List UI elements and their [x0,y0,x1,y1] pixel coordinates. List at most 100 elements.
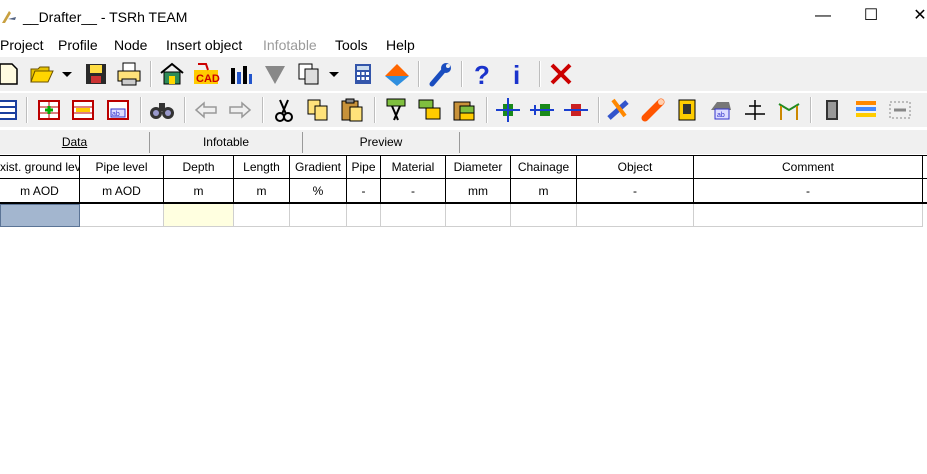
column-header-length[interactable]: Length [234,156,290,179]
dropdown-arrow-icon[interactable] [58,60,76,88]
minimize-button[interactable]: — [813,6,833,26]
calculator-icon[interactable] [349,60,377,88]
filter-icon[interactable] [261,60,289,88]
cell-pipe[interactable] [347,204,381,227]
cell-ground-level[interactable] [0,204,80,227]
menu-node[interactable]: Node [114,37,147,53]
table-ab-icon[interactable]: ab [104,96,132,124]
unit-filler [923,179,927,204]
help-question-icon[interactable]: ? [468,60,496,88]
cad-icon[interactable]: CAD [192,60,220,88]
cell-object[interactable] [577,204,694,227]
column-header-pipe[interactable]: Pipe [347,156,381,179]
edit-toolbar: ab ab [0,93,927,127]
menu-infotable: Infotable [263,37,317,53]
unit-gradient: % [290,179,347,204]
pipe-icon[interactable] [639,96,667,124]
tab-preview[interactable]: Preview [303,132,460,153]
pipe-select-icon[interactable] [886,96,914,124]
tab-infotable[interactable]: Infotable [150,132,303,153]
column-header-filler [923,156,927,179]
column-header-comment[interactable]: Comment [694,156,923,179]
svg-text:ab: ab [112,111,120,118]
door-icon[interactable] [818,96,846,124]
arrow-right-icon[interactable] [226,96,254,124]
unit-chainage: m [511,179,577,204]
cell-pipe-level[interactable] [80,204,164,227]
tab-data[interactable]: Data [0,132,150,153]
unit-object: - [577,179,694,204]
svg-text:?: ? [474,60,490,88]
cell-length[interactable] [234,204,290,227]
level-icon[interactable] [741,96,769,124]
mountain-icon[interactable] [383,60,411,88]
unit-pipe: - [347,179,381,204]
window-title: __Drafter__ - TSRh TEAM [23,9,188,25]
menu-help[interactable]: Help [386,37,415,53]
bar-chart-icon[interactable] [227,60,255,88]
column-header-gradient[interactable]: Gradient [290,156,347,179]
arrow-left-icon[interactable] [192,96,220,124]
close-window-button[interactable]: ✕ [910,6,927,26]
paste-icon[interactable] [338,96,366,124]
binoculars-icon[interactable] [148,96,176,124]
svg-text:ab: ab [717,112,725,119]
scissors-icon[interactable] [270,96,298,124]
dropdown-arrow-icon-2[interactable] [325,60,343,88]
table-icon[interactable] [0,96,20,124]
svg-text:i: i [513,60,520,88]
cell-comment[interactable] [694,204,923,227]
copy-pages-icon[interactable] [295,60,323,88]
column-header-diameter[interactable]: Diameter [446,156,511,179]
cell-depth[interactable] [164,204,234,227]
manhole-icon[interactable] [673,96,701,124]
cell-gradient[interactable] [290,204,347,227]
menu-project[interactable]: Project [0,37,44,53]
maximize-button[interactable]: ☐ [861,6,881,26]
unit-comment: - [694,179,923,204]
table-add-icon[interactable] [35,96,63,124]
open-folder-icon[interactable] [28,60,56,88]
column-header-depth[interactable]: Depth [164,156,234,179]
pipe-cut-icon[interactable] [605,96,633,124]
insert-node-icon[interactable] [494,96,522,124]
menu-bar: Project Profile Node Insert object Infot… [0,35,927,55]
menu-tools[interactable]: Tools [335,37,368,53]
home-icon[interactable] [158,60,186,88]
profile-icon[interactable] [775,96,803,124]
menu-profile[interactable]: Profile [58,37,98,53]
close-red-icon[interactable] [547,60,575,88]
save-icon[interactable] [82,60,110,88]
wrench-icon[interactable] [426,60,454,88]
column-header-material[interactable]: Material [381,156,446,179]
node-cut-icon[interactable] [382,96,410,124]
column-header-ground-level[interactable]: xist. ground lev [0,156,80,179]
cell-chainage[interactable] [511,204,577,227]
unit-ground-level: m AOD [0,179,80,204]
remove-node-icon[interactable] [562,96,590,124]
main-toolbar: CAD ? i [0,57,927,91]
column-header-pipe-level[interactable]: Pipe level [80,156,164,179]
label-ab-icon[interactable]: ab [707,96,735,124]
add-node-icon[interactable] [528,96,556,124]
cell-material[interactable] [381,204,446,227]
table-edit-icon[interactable] [69,96,97,124]
info-icon[interactable]: i [503,60,531,88]
copy-icon[interactable] [304,96,332,124]
unit-pipe-level: m AOD [80,179,164,204]
column-header-object[interactable]: Object [577,156,694,179]
cell-diameter[interactable] [446,204,511,227]
unit-length: m [234,179,290,204]
menu-insert-object[interactable]: Insert object [166,37,242,53]
new-file-icon[interactable] [0,60,22,88]
node-copy-icon[interactable] [416,96,444,124]
node-paste-icon[interactable] [450,96,478,124]
title-bar: __Drafter__ - TSRh TEAM — ☐ ✕ [0,0,927,33]
view-tabs: Data Infotable Preview [0,130,927,154]
layers-icon[interactable] [852,96,880,124]
print-icon[interactable] [115,60,143,88]
unit-depth: m [164,179,234,204]
column-header-chainage[interactable]: Chainage [511,156,577,179]
unit-material: - [381,179,446,204]
svg-text:CAD: CAD [196,73,220,85]
